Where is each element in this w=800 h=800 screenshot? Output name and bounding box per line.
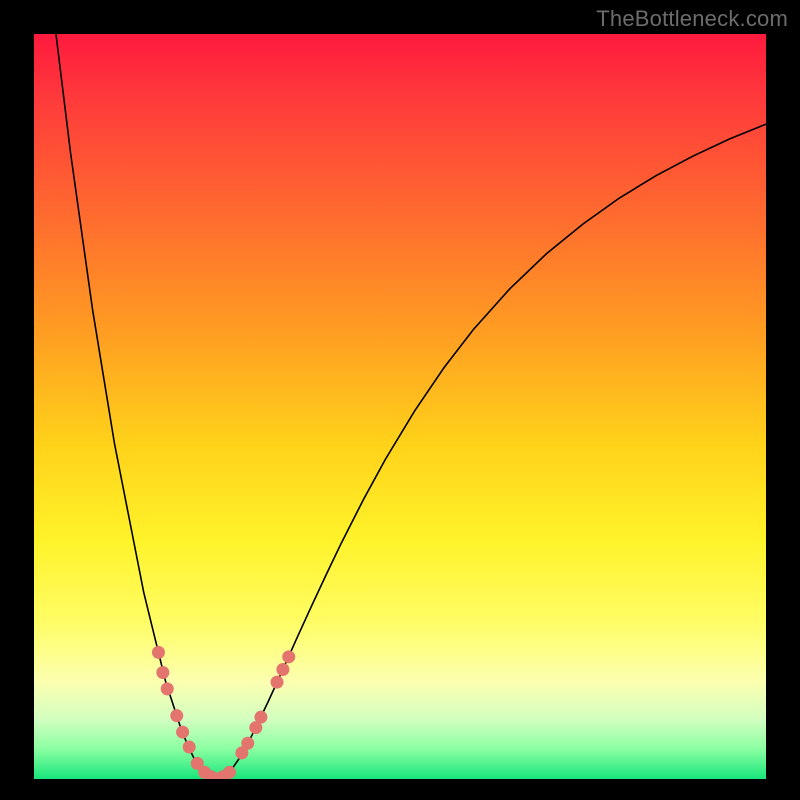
marker-point (223, 766, 236, 779)
chart-svg (34, 34, 766, 779)
marker-point (282, 650, 295, 663)
plot-area (34, 34, 766, 779)
marker-point (176, 726, 189, 739)
marker-point (170, 709, 183, 722)
marker-point (183, 740, 196, 753)
marker-point (254, 711, 267, 724)
marker-point (276, 663, 289, 676)
marker-point (161, 682, 174, 695)
watermark-text: TheBottleneck.com (596, 6, 788, 32)
marker-point (152, 646, 165, 659)
chart-frame: TheBottleneck.com (0, 0, 800, 800)
marker-group (152, 646, 295, 779)
marker-point (271, 676, 284, 689)
marker-point (241, 737, 254, 750)
marker-point (156, 666, 169, 679)
